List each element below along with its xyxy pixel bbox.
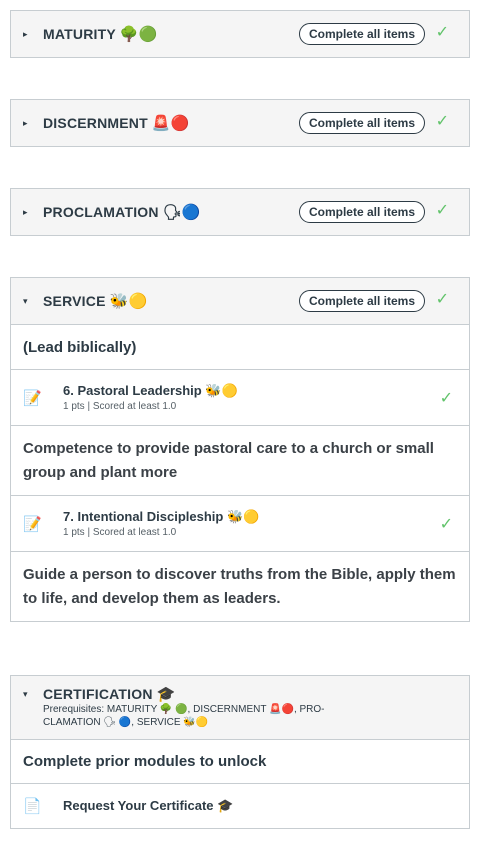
assignment-icon: 📝 bbox=[23, 515, 42, 533]
module-header-discernment[interactable]: ▸ DISCERNMENT 🚨🔴 Complete all items ✓ bbox=[11, 100, 469, 146]
collapse-toggle-icon[interactable]: ▸ bbox=[23, 118, 37, 129]
list-item[interactable]: 📝 6. Pastoral Leadership 🐝🟡 1 pts | Scor… bbox=[11, 369, 469, 425]
item-title[interactable]: 7. Intentional Discipleship 🐝🟡 bbox=[63, 509, 259, 525]
item-emoji: 🐝🟡 bbox=[227, 509, 260, 524]
module-emoji: 🚨🔴 bbox=[151, 114, 190, 132]
module-subheader: (Lead biblically) bbox=[11, 324, 469, 369]
assignment-icon: 📝 bbox=[23, 389, 42, 407]
item-title[interactable]: Request Your Certificate 🎓 bbox=[63, 798, 233, 814]
page-icon: 📄 bbox=[23, 798, 42, 815]
collapse-toggle-icon[interactable]: ▸ bbox=[23, 207, 37, 218]
item-meta: 1 pts | Scored at least 1.0 bbox=[63, 401, 177, 412]
complete-check-icon: ✓ bbox=[435, 291, 449, 308]
requirement-pill: Complete all items bbox=[298, 201, 425, 223]
locked-notice: Complete prior modules to unlock bbox=[11, 739, 469, 783]
module-title: MATURITY 🌳🟢 bbox=[43, 25, 158, 43]
list-item[interactable]: 📝 7. Intentional Discipleship 🐝🟡 1 pts |… bbox=[11, 495, 469, 551]
prerequisites-text: Prerequisites: MATURITY 🌳 🟢, DISCERNMENT… bbox=[43, 704, 325, 728]
description-text: Guide a person to discover truths from t… bbox=[23, 565, 456, 607]
subheader-text: (Lead biblically) bbox=[23, 338, 137, 356]
collapse-toggle-icon[interactable]: ▸ bbox=[23, 29, 37, 40]
complete-check-icon: ✓ bbox=[435, 202, 449, 219]
certification-header-content: CERTIFICATION 🎓 Prerequisites: MATURITY 🌳… bbox=[43, 686, 325, 729]
module-service: ▾ SERVICE 🐝🟡 Complete all items ✓ (Lead b… bbox=[10, 277, 470, 622]
module-emoji: 🐝🟡 bbox=[109, 292, 148, 310]
requirement-pill: Complete all items bbox=[298, 112, 425, 134]
item-description: Competence to provide pastoral care to a… bbox=[11, 425, 469, 495]
item-complete-check-icon: ✓ bbox=[439, 516, 453, 533]
module-proclamation: ▸ PROCLAMATION 🗣🔵 Complete all items ✓ bbox=[10, 188, 470, 236]
item-emoji: 🐝🟡 bbox=[205, 383, 238, 398]
module-emoji: 🗣🔵 bbox=[162, 203, 201, 221]
expand-toggle-icon[interactable]: ▾ bbox=[23, 296, 37, 307]
module-title: CERTIFICATION 🎓 bbox=[43, 685, 176, 703]
module-title: PROCLAMATION 🗣🔵 bbox=[43, 203, 201, 221]
requirement-pill: Complete all items bbox=[298, 23, 425, 45]
item-content: 7. Intentional Discipleship 🐝🟡 1 pts | S… bbox=[63, 509, 259, 538]
item-title[interactable]: 6. Pastoral Leadership 🐝🟡 bbox=[63, 383, 238, 399]
module-maturity: ▸ MATURITY 🌳🟢 Complete all items ✓ bbox=[10, 10, 470, 58]
requirement-pill: Complete all items bbox=[298, 290, 425, 312]
complete-check-icon: ✓ bbox=[435, 113, 449, 130]
expand-toggle-icon[interactable]: ▾ bbox=[23, 689, 37, 700]
module-discernment: ▸ DISCERNMENT 🚨🔴 Complete all items ✓ bbox=[10, 99, 470, 147]
list-item[interactable]: 📄 Request Your Certificate 🎓 bbox=[11, 783, 469, 828]
module-certification: ▾ CERTIFICATION 🎓 Prerequisites: MATURITY… bbox=[10, 675, 470, 829]
module-emoji: 🌳🟢 bbox=[119, 25, 158, 43]
locked-text: Complete prior modules to unlock bbox=[23, 753, 267, 770]
module-title: SERVICE 🐝🟡 bbox=[43, 292, 148, 310]
item-description: Guide a person to discover truths from t… bbox=[11, 551, 469, 621]
description-text: Competence to provide pastoral care to a… bbox=[23, 439, 434, 481]
module-header-service[interactable]: ▾ SERVICE 🐝🟡 Complete all items ✓ bbox=[11, 278, 469, 324]
module-header-maturity[interactable]: ▸ MATURITY 🌳🟢 Complete all items ✓ bbox=[11, 11, 469, 57]
module-header-proclamation[interactable]: ▸ PROCLAMATION 🗣🔵 Complete all items ✓ bbox=[11, 189, 469, 235]
item-meta: 1 pts | Scored at least 1.0 bbox=[63, 527, 177, 538]
complete-check-icon: ✓ bbox=[435, 24, 449, 41]
module-header-certification[interactable]: ▾ CERTIFICATION 🎓 Prerequisites: MATURITY… bbox=[11, 676, 469, 739]
item-content: 6. Pastoral Leadership 🐝🟡 1 pts | Scored… bbox=[63, 383, 238, 412]
module-title: DISCERNMENT 🚨🔴 bbox=[43, 114, 190, 132]
module-emoji: 🎓 bbox=[156, 685, 176, 703]
item-complete-check-icon: ✓ bbox=[439, 390, 453, 407]
